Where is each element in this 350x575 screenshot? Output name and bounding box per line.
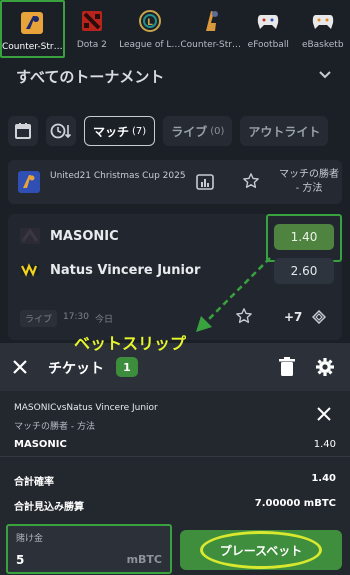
ticket-count-badge: 1 (116, 357, 138, 377)
favorite-star-icon[interactable] (235, 307, 253, 325)
total-odds-value: 1.40 (311, 473, 336, 484)
match-time: 17:30 (63, 312, 89, 322)
trash-icon[interactable] (279, 357, 295, 377)
match-card: MASONIC Natus Vincere Junior 1.40 2.60 ラ… (8, 214, 342, 340)
game-tab-dota2[interactable]: Dota 2 (65, 0, 120, 58)
chip-label: マッチ (93, 124, 130, 139)
game-tab-counter-strike[interactable]: Counter-Str… (0, 0, 65, 58)
efootball-icon (255, 8, 281, 34)
game-tab-ebasketball[interactable]: eBasketb (296, 0, 350, 58)
time-sort-button[interactable] (46, 116, 76, 146)
stake-input[interactable]: 賭け金 5 mBTC (6, 524, 172, 574)
potential-win-row: 合計見込み勝算 7.00000 mBTC (14, 498, 336, 513)
annotation-label: ベットスリップ (74, 334, 187, 353)
filter-chip-outrights[interactable]: アウトライト (240, 116, 329, 146)
match-day: 今日 (95, 315, 114, 325)
clock-sort-icon (50, 123, 72, 139)
filter-chip-matches[interactable]: マッチ (7) (84, 116, 156, 146)
filter-chip-live[interactable]: ライブ (0) (163, 116, 233, 146)
calendar-icon (15, 123, 31, 139)
tournament-logo (18, 171, 40, 193)
chip-label: ライブ (171, 124, 208, 139)
favorite-star-icon[interactable] (242, 172, 260, 190)
svg-text:L: L (147, 18, 153, 28)
potential-win-value: 7.00000 mBTC (254, 498, 336, 509)
dota2-icon (79, 8, 105, 34)
team-logo (20, 228, 40, 244)
live-badge: ライブ (20, 310, 58, 327)
ticket-title: チケット (48, 361, 104, 377)
game-tab-league-of-legends[interactable]: L League of L… (119, 0, 180, 58)
chip-count: (7) (132, 125, 147, 137)
close-icon[interactable] (12, 359, 28, 375)
team-name: Natus Vincere Junior (50, 262, 201, 278)
tournament-name: United21 Christmas Cup 2025 (50, 171, 186, 181)
more-markets-button[interactable]: +7 (284, 310, 302, 324)
chip-label: アウトライト (248, 124, 321, 139)
chevron-down-icon[interactable] (318, 70, 332, 80)
ebasketball-icon (310, 8, 336, 34)
markets-cube-icon (312, 310, 326, 324)
game-tab-label: Counter-Str… (180, 40, 241, 50)
calendar-button[interactable] (8, 116, 38, 146)
filter-bar: マッチ (7) ライブ (0) アウトライト (8, 116, 329, 146)
place-bet-button[interactable]: プレースベット (180, 530, 342, 570)
market-header: マッチの勝者 - 方法 (279, 169, 339, 194)
team-home: MASONIC (20, 225, 119, 247)
stake-unit: mBTC (126, 553, 162, 566)
team-name: MASONIC (50, 228, 119, 244)
bet-selection: MASONICvsNatus Vincere Junior マッチの勝者 - 方… (0, 391, 350, 457)
chip-count: (0) (210, 125, 225, 137)
bet-market-name: マッチの勝者 - 方法 (14, 422, 95, 432)
game-tab-label: eBasketb (301, 40, 344, 50)
odd-button-away[interactable]: 2.60 (274, 258, 334, 284)
counter-strike-2-icon (198, 8, 224, 34)
stake-value[interactable]: 5 (16, 553, 24, 567)
counter-strike-icon (19, 10, 45, 36)
game-tab-label: Counter-Str… (2, 42, 63, 52)
game-tab-label: Dota 2 (76, 40, 107, 50)
game-tabs: Counter-Str… Dota 2 L League of L… Count… (0, 0, 350, 58)
game-tab-counter-strike-2[interactable]: Counter-Str… (180, 0, 241, 58)
stake-label: 賭け金 (16, 534, 44, 544)
total-odds-label: 合計確率 (14, 477, 54, 488)
bet-selection-odd: 1.40 (313, 439, 336, 450)
odd-button-home[interactable]: 1.40 (274, 224, 334, 250)
remove-bet-icon[interactable] (317, 407, 331, 421)
league-of-legends-icon: L (137, 8, 163, 34)
team-away: Natus Vincere Junior (20, 259, 200, 281)
stats-icon[interactable] (196, 174, 214, 190)
bet-slip-panel: チケット 1 MASONICvsNatus Vincere Junior マッチ… (0, 343, 350, 575)
game-tab-label: League of L… (119, 40, 181, 50)
potential-win-label: 合計見込み勝算 (14, 502, 84, 513)
bet-match-name: MASONICvsNatus Vincere Junior (14, 403, 158, 413)
gear-icon[interactable] (315, 357, 335, 377)
team-logo (20, 262, 40, 278)
game-tab-label: eFootball (247, 40, 289, 50)
total-odds-row: 合計確率 1.40 (14, 473, 336, 488)
tournament-dropdown-title[interactable]: すべてのトーナメント (16, 66, 164, 87)
bet-selection-name: MASONIC (14, 439, 67, 450)
place-bet-label: プレースベット (219, 543, 303, 558)
tournament-card[interactable]: United21 Christmas Cup 2025 マッチの勝者 - 方法 (8, 160, 342, 204)
game-tab-efootball[interactable]: eFootball (241, 0, 296, 58)
